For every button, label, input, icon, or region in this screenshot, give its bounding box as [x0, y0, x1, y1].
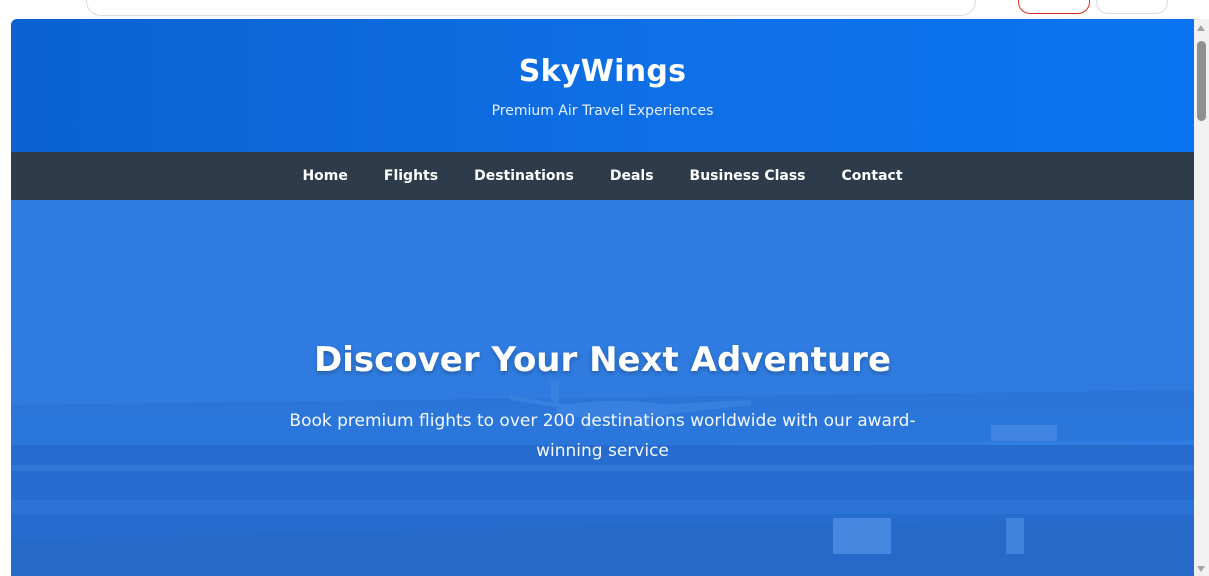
scroll-up-arrow-icon[interactable] — [1197, 25, 1205, 31]
hero-section: Discover Your Next Adventure Book premiu… — [11, 200, 1194, 576]
nav-link-business-class[interactable]: Business Class — [672, 152, 824, 200]
address-bar[interactable] — [86, 0, 976, 16]
site-title: SkyWings — [518, 54, 687, 89]
hero-content: Discover Your Next Adventure Book premiu… — [11, 340, 1194, 466]
site-header: SkyWings Premium Air Travel Experiences — [11, 19, 1194, 152]
nav-link-destinations[interactable]: Destinations — [456, 152, 592, 200]
main-nav: Home Flights Destinations Deals Business… — [11, 152, 1194, 200]
scroll-down-arrow-icon[interactable] — [1197, 566, 1205, 572]
toolbar-button[interactable] — [1096, 0, 1168, 14]
toolbar-button-red[interactable] — [1018, 0, 1090, 14]
nav-link-deals[interactable]: Deals — [592, 152, 672, 200]
nav-link-contact[interactable]: Contact — [824, 152, 921, 200]
site-tagline: Premium Air Travel Experiences — [491, 103, 714, 119]
hero-title: Discover Your Next Adventure — [313, 340, 892, 380]
page-viewport: SkyWings Premium Air Travel Experiences … — [11, 19, 1194, 576]
browser-toolbar-edge — [0, 0, 1209, 19]
vertical-scrollbar[interactable] — [1194, 19, 1209, 576]
nav-link-home[interactable]: Home — [284, 152, 365, 200]
nav-link-flights[interactable]: Flights — [366, 152, 456, 200]
hero-description: Book premium flights to over 200 destina… — [289, 411, 916, 461]
scrollbar-thumb[interactable] — [1197, 41, 1206, 121]
